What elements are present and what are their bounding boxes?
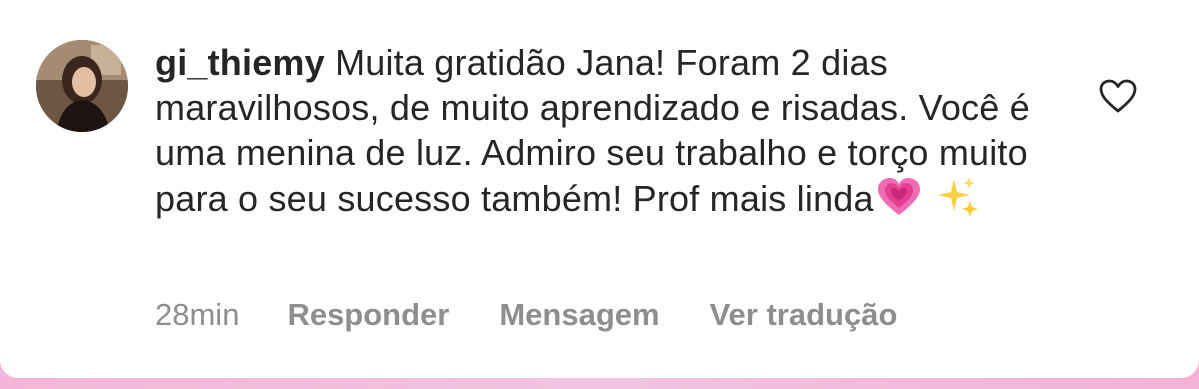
sparkles-emoji xyxy=(937,177,978,217)
heart-outline-icon[interactable] xyxy=(1098,78,1138,114)
avatar-photo xyxy=(36,40,128,132)
see-translation-button[interactable]: Ver tradução xyxy=(710,297,898,333)
comment-meta: 28min Responder Mensagem Ver tradução xyxy=(155,295,947,335)
comment-timestamp: 28min xyxy=(155,297,240,332)
comment-body: gi_thiemy Muita gratidão Jana! Foram 2 d… xyxy=(155,40,1035,221)
comment-username[interactable]: gi_thiemy xyxy=(155,42,325,83)
reply-button[interactable]: Responder xyxy=(287,297,449,333)
comment-card: gi_thiemy Muita gratidão Jana! Foram 2 d… xyxy=(0,0,1199,378)
message-button[interactable]: Mensagem xyxy=(499,297,659,333)
growing-heart-emoji xyxy=(877,178,920,215)
avatar[interactable] xyxy=(36,40,128,132)
